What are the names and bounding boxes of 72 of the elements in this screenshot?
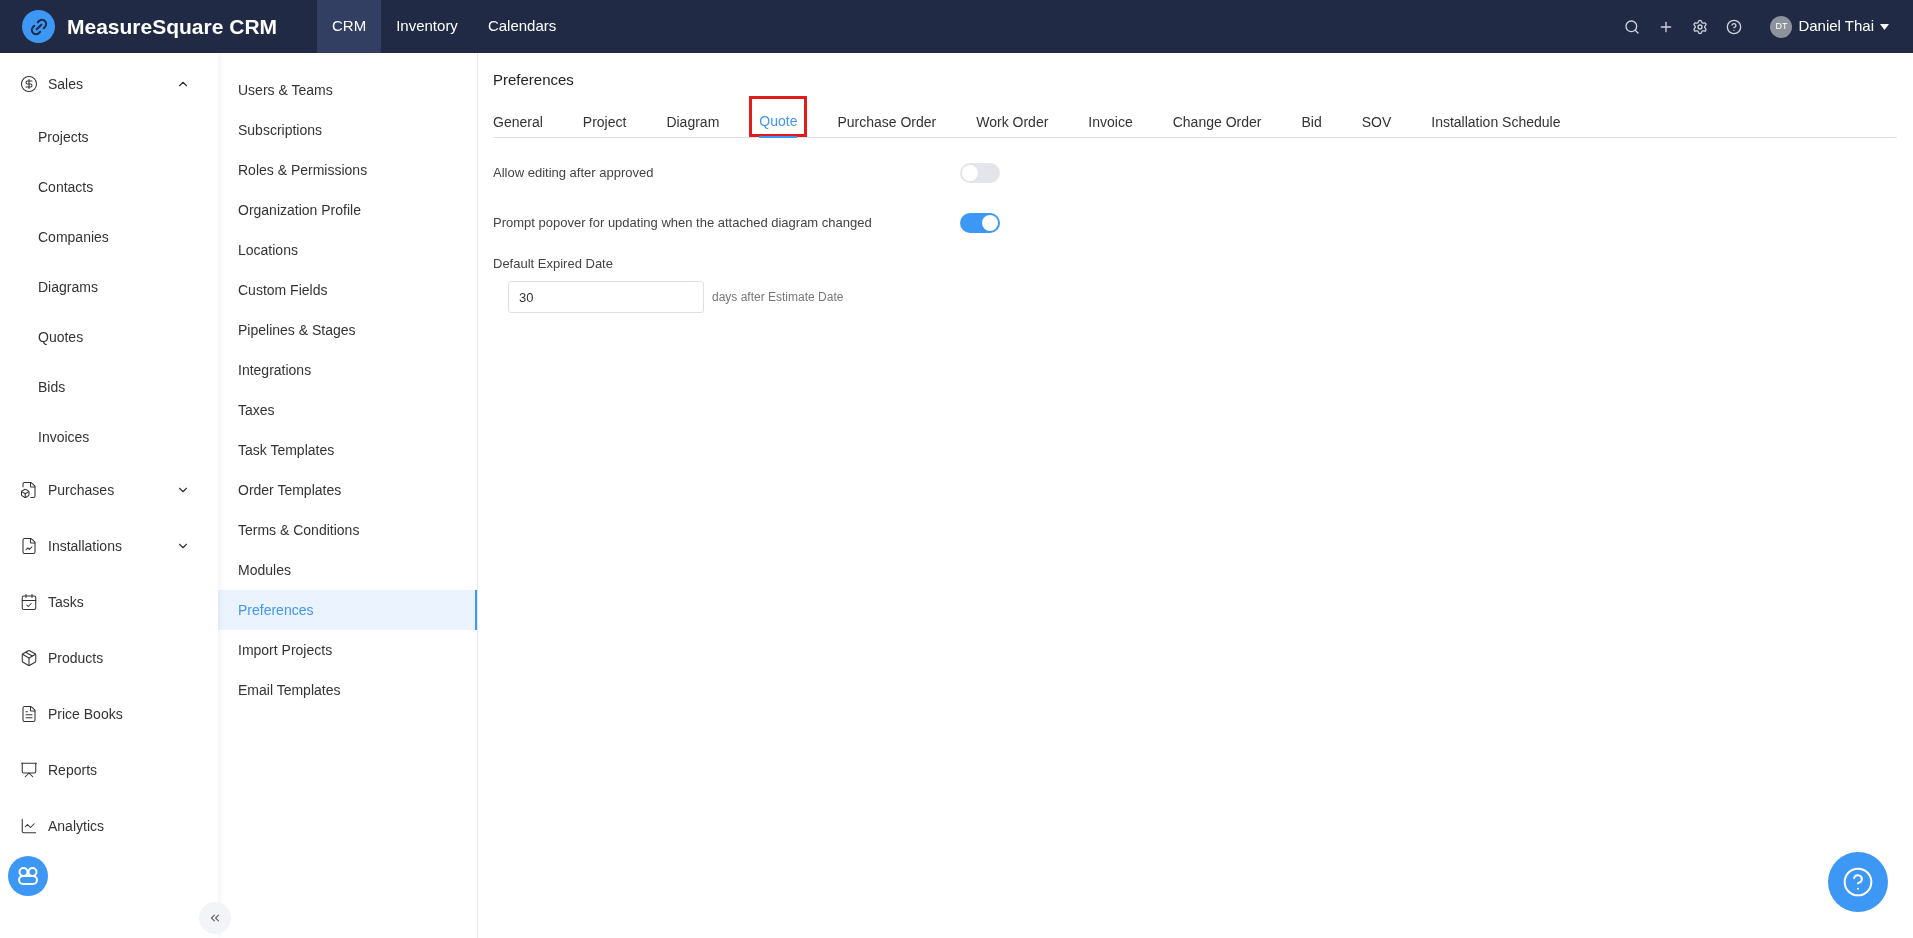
- document-icon: [20, 705, 38, 723]
- settings-tab[interactable]: Diagram: [666, 107, 720, 138]
- settings-tab[interactable]: General: [493, 107, 543, 138]
- settings-tab[interactable]: Change Order: [1172, 107, 1262, 138]
- user-name[interactable]: Daniel Thai: [1798, 15, 1874, 38]
- settings-tab[interactable]: Invoice: [1088, 107, 1133, 138]
- sidebar-subitem[interactable]: Contacts: [0, 162, 218, 212]
- settings-menu-item[interactable]: Email Templates: [218, 670, 477, 710]
- calendar-check-icon: [20, 593, 38, 611]
- toggle-switch[interactable]: [960, 212, 1000, 233]
- nav-tab[interactable]: Inventory: [381, 0, 473, 53]
- document-chart-icon: [20, 537, 38, 555]
- document-box-icon: [20, 481, 38, 499]
- help-button[interactable]: [1828, 852, 1888, 912]
- settings-tab[interactable]: SOV: [1361, 107, 1392, 138]
- field-label: Default Expired Date: [493, 254, 614, 273]
- sidebar-subitem[interactable]: Diagrams: [0, 262, 218, 312]
- toggle-switch[interactable]: [960, 162, 1000, 183]
- sidebar-item[interactable]: Sales: [0, 56, 218, 112]
- settings-menu-item[interactable]: Terms & Conditions: [218, 510, 477, 550]
- days-input-field[interactable]: 30: [508, 281, 704, 313]
- help-icon: [1842, 866, 1874, 898]
- settings-menu-item[interactable]: Custom Fields: [218, 270, 477, 310]
- settings-menu-item[interactable]: Modules: [218, 550, 477, 590]
- sidebar-item[interactable]: Installations: [0, 518, 218, 574]
- caret-icon: [1880, 23, 1889, 30]
- settings-menu-item[interactable]: Integrations: [218, 350, 477, 390]
- dollar-icon: [20, 75, 38, 93]
- assistant-icon: [17, 866, 39, 886]
- settings-menu-item[interactable]: Locations: [218, 230, 477, 270]
- collapse-icon: [208, 911, 222, 925]
- sidebar-item[interactable]: Reports: [0, 742, 218, 798]
- settings-tab[interactable]: Bid: [1301, 107, 1322, 138]
- assistant-button[interactable]: [8, 856, 48, 896]
- search-icon[interactable]: [1624, 18, 1641, 35]
- sidebar-subitem[interactable]: Invoices: [0, 412, 218, 462]
- sidebar-subitem[interactable]: Quotes: [0, 312, 218, 362]
- collapse-button[interactable]: [199, 902, 231, 934]
- settings-tab[interactable]: Project: [582, 107, 627, 138]
- sidebar-item[interactable]: Products: [0, 630, 218, 686]
- settings-tab[interactable]: Installation Schedule: [1431, 107, 1561, 138]
- page-title: Preferences: [493, 70, 575, 90]
- field-suffix: days after Estimate Date: [712, 289, 844, 306]
- settings-tab[interactable]: Purchase Order: [837, 107, 937, 138]
- sidebar-item[interactable]: Purchases: [0, 462, 218, 518]
- app-name: MeasureSquare CRM: [67, 13, 279, 40]
- settings-tab[interactable]: Work Order: [976, 107, 1049, 138]
- settings-icon[interactable]: [1692, 18, 1709, 35]
- presentation-board-icon: [20, 761, 38, 779]
- sidebar-subitem[interactable]: Bids: [0, 362, 218, 412]
- setting-label: Prompt popover for updating when the attached diagram changed: [493, 213, 873, 232]
- sidebar-item[interactable]: Price Books: [0, 686, 218, 742]
- setting-label: Allow editing after approved: [493, 163, 655, 182]
- settings-menu-item[interactable]: Roles & Permissions: [218, 150, 477, 190]
- sidebar-subitem[interactable]: Projects: [0, 112, 218, 162]
- settings-menu-item[interactable]: Task Templates: [218, 430, 477, 470]
- settings-menu-item[interactable]: Order Templates: [218, 470, 477, 510]
- settings-menu-item[interactable]: Subscriptions: [218, 110, 477, 150]
- sidebar-item[interactable]: Tasks: [0, 574, 218, 630]
- settings-menu-item[interactable]: Import Projects: [218, 630, 477, 670]
- help-icon[interactable]: [1726, 18, 1743, 35]
- settings-menu-item[interactable]: Organization Profile: [218, 190, 477, 230]
- line-chart-icon: [20, 817, 38, 835]
- settings-menu-item[interactable]: Pipelines & Stages: [218, 310, 477, 350]
- sidebar-subitem[interactable]: Companies: [0, 212, 218, 262]
- box-icon: [20, 649, 38, 667]
- nav-tab[interactable]: Calendars: [472, 0, 572, 53]
- settings-menu-item[interactable]: Users & Teams: [218, 70, 477, 110]
- settings-menu-item[interactable]: Taxes: [218, 390, 477, 430]
- nav-tab[interactable]: CRM: [317, 0, 382, 53]
- sidebar-item[interactable]: Analytics: [0, 798, 218, 854]
- logo-icon: [22, 10, 55, 43]
